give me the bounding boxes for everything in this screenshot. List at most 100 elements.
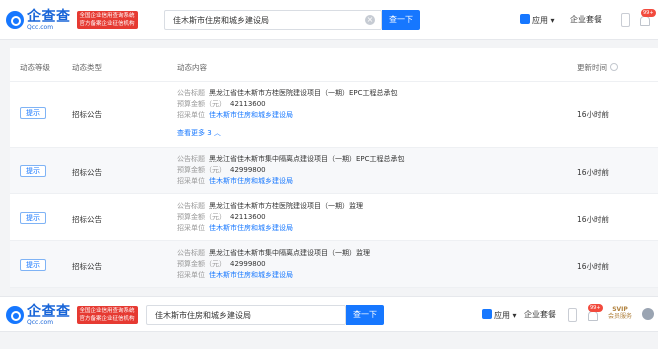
page: 企查查 Qcc.com 全国企业信用查询系统 官方备案企业征信机构 佳木斯市住房… — [0, 0, 658, 349]
title-label: 公告标题 — [177, 202, 205, 210]
unit-line: 招采单位 佳木斯市住房和城乡建设局 — [177, 223, 293, 233]
notice-title[interactable]: 黑龙江省佳木斯市集中隔离点建设项目（一期）EPC工程总承包 — [209, 155, 405, 163]
budget-label: 预算金额（元） — [177, 260, 226, 268]
budget-label: 预算金额（元） — [177, 100, 226, 108]
nav-app-label: 应用 — [494, 311, 510, 320]
logo-badge-line2: 官方备案企业征信机构 — [79, 316, 135, 322]
search-input[interactable]: 佳木斯市住房和城乡建设局 × — [164, 10, 382, 30]
title-label: 公告标题 — [177, 89, 205, 97]
column-update-time-label: 更新时间 — [577, 63, 607, 72]
logo-badge-line2: 官方备案企业征信机构 — [79, 21, 135, 27]
notice-title-line: 公告标题 黑龙江省佳木斯市集中隔离点建设项目（一期）监理 — [177, 248, 370, 258]
sticky-header: 企查查 Qcc.com 全国企业信用查询系统 官方备案企业征信机构 佳木斯市住房… — [0, 296, 658, 332]
level-tag: 提示 — [20, 259, 46, 271]
table-header: 动态等级 动态类型 动态内容 更新时间 — [10, 48, 658, 82]
unit-label: 招采单位 — [177, 224, 205, 232]
notification-badge: 99+ — [641, 9, 656, 17]
notification-badge: 99+ — [588, 304, 603, 312]
update-time: 16小时前 — [577, 215, 610, 224]
update-time: 16小时前 — [577, 168, 610, 177]
unit-line: 招采单位 佳木斯市住房和城乡建设局 — [177, 176, 293, 186]
search-value: 佳木斯市住房和城乡建设局 — [155, 311, 251, 320]
mobile-icon[interactable] — [568, 308, 577, 322]
mobile-icon[interactable] — [621, 13, 630, 27]
notice-title[interactable]: 黑龙江省佳木斯市集中隔离点建设项目（一期）监理 — [209, 249, 370, 257]
view-more-link[interactable]: 查看更多 3 ︿ — [177, 128, 221, 138]
column-content: 动态内容 — [177, 63, 207, 72]
logo-domain: Qcc.com — [27, 23, 54, 31]
update-time: 16小时前 — [577, 262, 610, 271]
logo-icon — [6, 11, 24, 29]
level-tag: 提示 — [20, 212, 46, 224]
title-label: 公告标题 — [177, 155, 205, 163]
unit-label: 招采单位 — [177, 177, 205, 185]
unit-link[interactable]: 佳木斯市住房和城乡建设局 — [209, 271, 293, 279]
notice-title-line: 公告标题 黑龙江省佳木斯市集中隔离点建设项目（一期）EPC工程总承包 — [177, 154, 405, 164]
search-value: 佳木斯市住房和城乡建设局 — [173, 16, 269, 25]
title-label: 公告标题 — [177, 249, 205, 257]
nav-enterprise-package[interactable]: 企业套餐 — [570, 14, 602, 25]
logo-badge: 全国企业信用查询系统 官方备案企业征信机构 — [76, 11, 138, 29]
logo-text: 企查查 — [27, 8, 71, 25]
nav-app-menu[interactable]: 应用 ▾ — [520, 14, 555, 26]
svip-sub: 会员服务 — [608, 313, 633, 320]
notice-title-line: 公告标题 黑龙江省佳木斯市方桂医院建设项目（一期）监理 — [177, 201, 363, 211]
notice-title[interactable]: 黑龙江省佳木斯市方桂医院建设项目（一期）EPC工程总承包 — [209, 89, 398, 97]
avatar[interactable] — [642, 308, 654, 320]
unit-link[interactable]: 佳木斯市住房和城乡建设局 — [209, 177, 293, 185]
dynamics-panel: 动态等级 动态类型 动态内容 更新时间 提示 招标公告 公告标题 黑龙江省佳木斯市… — [10, 48, 658, 288]
sticky-search-input[interactable]: 佳木斯市住房和城乡建设局 — [146, 305, 346, 325]
unit-line: 招采单位 佳木斯市住房和城乡建设局 — [177, 110, 293, 120]
logo[interactable]: 企查查 Qcc.com 全国企业信用查询系统 官方备案企业征信机构 — [6, 9, 138, 31]
svip-badge[interactable]: SVIP 会员服务 — [608, 306, 632, 320]
logo-text-block: 企查查 Qcc.com — [27, 10, 71, 31]
info-icon[interactable] — [610, 63, 618, 71]
budget-line: 预算金额（元） 42113600 — [177, 99, 266, 109]
notice-title[interactable]: 黑龙江省佳木斯市方桂医院建设项目（一期）监理 — [209, 202, 363, 210]
sticky-search-button[interactable]: 查一下 — [346, 305, 384, 325]
sticky-nav-enterprise-package[interactable]: 企业套餐 — [524, 309, 556, 320]
table-row: 提示 招标公告 公告标题 黑龙江省佳木斯市方桂医院建设项目（一期）EPC工程总承包… — [10, 82, 658, 148]
logo-text: 企查查 — [27, 303, 71, 320]
budget-value: 42113600 — [230, 213, 266, 221]
type-label: 招标公告 — [72, 215, 102, 224]
type-label: 招标公告 — [72, 110, 102, 119]
unit-label: 招采单位 — [177, 111, 205, 119]
logo-icon — [6, 306, 24, 324]
budget-value: 42113600 — [230, 100, 266, 108]
unit-label: 招采单位 — [177, 271, 205, 279]
top-header: 企查查 Qcc.com 全国企业信用查询系统 官方备案企业征信机构 佳木斯市住房… — [0, 0, 658, 40]
sticky-logo[interactable]: 企查查 Qcc.com 全国企业信用查询系统 官方备案企业征信机构 — [6, 304, 138, 326]
logo-badge-line1: 全国企业信用查询系统 — [79, 308, 135, 314]
column-type: 动态类型 — [72, 63, 102, 72]
type-label: 招标公告 — [72, 262, 102, 271]
budget-line: 预算金额（元） 42113600 — [177, 212, 266, 222]
notice-title-line: 公告标题 黑龙江省佳木斯市方桂医院建设项目（一期）EPC工程总承包 — [177, 88, 398, 98]
budget-line: 预算金额（元） 42999800 — [177, 259, 266, 269]
svip-label: SVIP — [612, 306, 628, 313]
unit-link[interactable]: 佳木斯市住房和城乡建设局 — [209, 224, 293, 232]
search-button[interactable]: 查一下 — [382, 10, 420, 30]
app-grid-icon — [520, 14, 530, 24]
type-label: 招标公告 — [72, 168, 102, 177]
budget-line: 预算金额（元） 42999800 — [177, 165, 266, 175]
logo-badge: 全国企业信用查询系统 官方备案企业征信机构 — [76, 306, 138, 324]
bottom-gap — [0, 332, 658, 349]
logo-badge-line1: 全国企业信用查询系统 — [79, 13, 135, 19]
unit-link[interactable]: 佳木斯市住房和城乡建设局 — [209, 111, 293, 119]
budget-label: 预算金额（元） — [177, 166, 226, 174]
table-row: 提示 招标公告 公告标题 黑龙江省佳木斯市集中隔离点建设项目（一期）EPC工程总承… — [10, 148, 658, 194]
sticky-nav-app-menu[interactable]: 应用 ▾ — [482, 309, 517, 321]
nav-app-label: 应用 — [532, 16, 548, 25]
table-row: 提示 招标公告 公告标题 黑龙江省佳木斯市方桂医院建设项目（一期）监理 预算金额（… — [10, 194, 658, 241]
unit-line: 招采单位 佳木斯市住房和城乡建设局 — [177, 270, 293, 280]
budget-value: 42999800 — [230, 166, 266, 174]
app-grid-icon — [482, 309, 492, 319]
clear-icon[interactable]: × — [365, 15, 375, 25]
table-row: 提示 招标公告 公告标题 黑龙江省佳木斯市集中隔离点建设项目（一期）监理 预算金额… — [10, 241, 658, 288]
logo-text-block: 企查查 Qcc.com — [27, 305, 71, 326]
column-update-time: 更新时间 — [577, 62, 618, 73]
logo-domain: Qcc.com — [27, 318, 54, 326]
level-tag: 提示 — [20, 107, 46, 119]
budget-label: 预算金额（元） — [177, 213, 226, 221]
